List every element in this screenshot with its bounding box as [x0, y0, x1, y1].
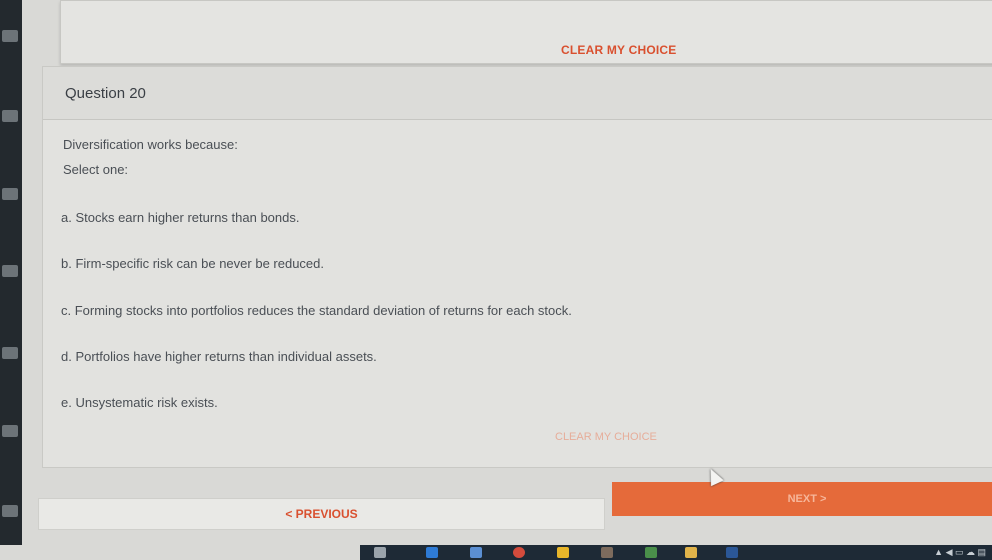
folder-icon[interactable] — [685, 547, 697, 558]
taskbar: ▲ ◀ ▭ ☁ ▤ — [360, 545, 992, 560]
question-header: Question 20 — [43, 67, 992, 120]
option-a[interactable]: a. Stocks earn higher returns than bonds… — [61, 210, 299, 225]
edge-icon[interactable] — [426, 547, 438, 558]
next-button[interactable]: NEXT > — [612, 482, 992, 516]
word-icon[interactable] — [726, 547, 738, 558]
sticky-icon[interactable] — [557, 547, 569, 558]
question-text: Diversification works because: — [63, 137, 238, 152]
clear-choice-link-top[interactable]: CLEAR MY CHOICE — [561, 43, 676, 57]
question-title: Question 20 — [65, 85, 146, 102]
option-e[interactable]: e. Unsystematic risk exists. — [61, 395, 218, 410]
option-c[interactable]: c. Forming stocks into portfolios reduce… — [61, 303, 572, 318]
system-tray[interactable]: ▲ ◀ ▭ ☁ ▤ — [934, 547, 986, 558]
select-prompt: Select one: — [63, 162, 129, 177]
photos-icon[interactable] — [601, 547, 613, 558]
chrome-icon[interactable] — [513, 547, 525, 558]
question-card: Question 20 Diversification works becaus… — [42, 66, 992, 468]
store-icon[interactable] — [645, 547, 657, 558]
clear-choice-link[interactable]: CLEAR MY CHOICE — [555, 431, 657, 443]
previous-button[interactable]: < PREVIOUS — [38, 498, 605, 530]
previous-question-card: CLEAR MY CHOICE — [60, 0, 992, 64]
task-view-icon[interactable] — [374, 547, 386, 558]
quiz-page: CLEAR MY CHOICE Question 20 Diversificat… — [0, 0, 992, 545]
mail-icon[interactable] — [470, 547, 482, 558]
option-b[interactable]: b. Firm-specific risk can be never be re… — [61, 256, 324, 271]
option-d[interactable]: d. Portfolios have higher returns than i… — [61, 349, 377, 364]
